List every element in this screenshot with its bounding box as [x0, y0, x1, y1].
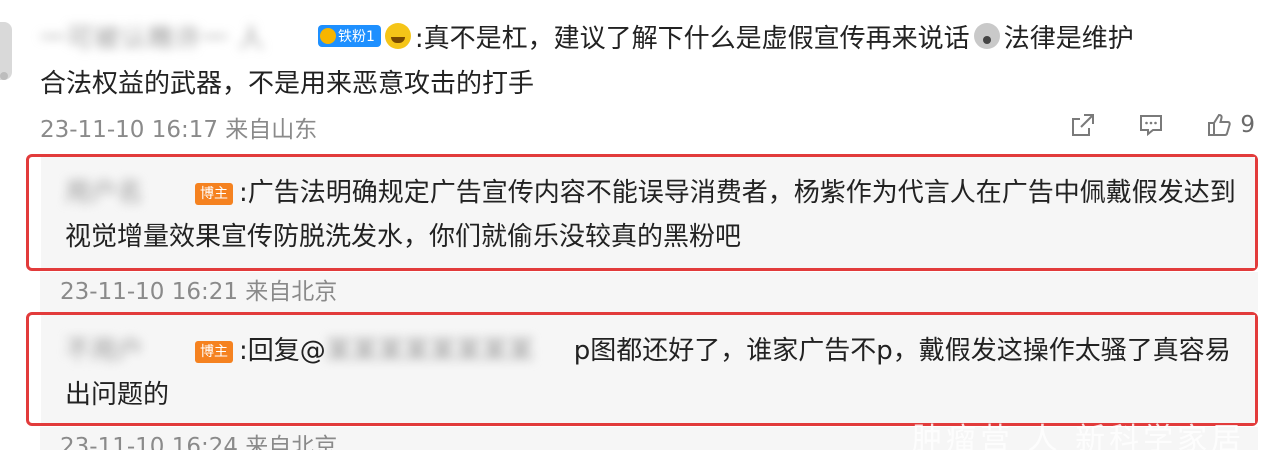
fan-badge-label: 铁粉1 [338, 29, 375, 45]
watermark: 肿瘤营 人 新科学家居 [912, 422, 1246, 457]
laugh-emoji-icon [384, 23, 411, 49]
comment-text-part1: :真不是杠，建议了解下什么是虚假宣传再来说话 [414, 23, 970, 54]
reply-timestamp: 23-11-10 16:24 来自北京 [60, 434, 338, 450]
reply-highlight-box-1: 用户名 博主:广告法明确规定广告宣传内容不能误导消费者，杨紫作为代言人在广告中佩戴… [26, 154, 1258, 271]
mention-link[interactable]: 某某某某某某某某 [326, 329, 574, 373]
reply-username[interactable]: 用户名 [65, 171, 185, 215]
reply-timestamp: 23-11-10 16:21 来自北京 [60, 279, 338, 305]
reply-1: 用户名 博主:广告法明确规定广告宣传内容不能误导消费者，杨紫作为代言人在广告中佩戴… [65, 171, 1247, 259]
reply-username[interactable]: 不用户 [65, 329, 185, 373]
comment-actions: 9 [1070, 112, 1255, 138]
reply-highlight-box-2: 不用户 博主:回复@某某某某某某某某 p图都还好了，谁家广告不p，戴假发这操作太骚了… [26, 312, 1258, 426]
comment-text-part2: 法律是维护 [1003, 23, 1134, 54]
reply-2: 不用户 博主:回复@某某某某某某某某 p图都还好了，谁家广告不p，戴假发这操作太骚了… [65, 329, 1247, 417]
comment-icon[interactable] [1138, 112, 1164, 138]
host-badge: 博主 [195, 183, 233, 205]
avatar-fragment-dot [0, 72, 8, 80]
comment-username[interactable]: 一可被认瞧许一 人 [40, 18, 310, 55]
thumbs-up-icon [1208, 113, 1232, 136]
fan-badge[interactable]: 铁粉1 [318, 25, 381, 47]
host-badge: 博主 [195, 341, 233, 363]
like-count: 9 [1240, 112, 1255, 138]
comment-meta: 23-11-10 16:17 来自山东 9 [40, 112, 1255, 148]
comment-line-2: 合法权益的武器，不是用来恶意攻击的打手 [40, 69, 535, 99]
crown-icon [320, 28, 336, 44]
reply-text: :广告法明确规定广告宣传内容不能误导消费者，杨紫作为代言人在广告中佩戴假发达到视… [65, 178, 1236, 252]
reply-text-prefix: :回复@ [239, 336, 326, 366]
like-button[interactable]: 9 [1206, 112, 1255, 138]
comment-line-1: 一可被认瞧许一 人 铁粉1 :真不是杠，建议了解下什么是虚假宣传再来说话 法律是… [40, 14, 1255, 58]
reply-meta-1: 23-11-10 16:21 来自北京 [40, 272, 1258, 312]
top-comment: 一可被认瞧许一 人 铁粉1 :真不是杠，建议了解下什么是虚假宣传再来说话 法律是… [40, 14, 1255, 104]
fear-emoji-icon [973, 23, 1000, 49]
share-icon[interactable] [1070, 112, 1096, 138]
comment-timestamp: 23-11-10 16:17 来自山东 [40, 117, 318, 143]
